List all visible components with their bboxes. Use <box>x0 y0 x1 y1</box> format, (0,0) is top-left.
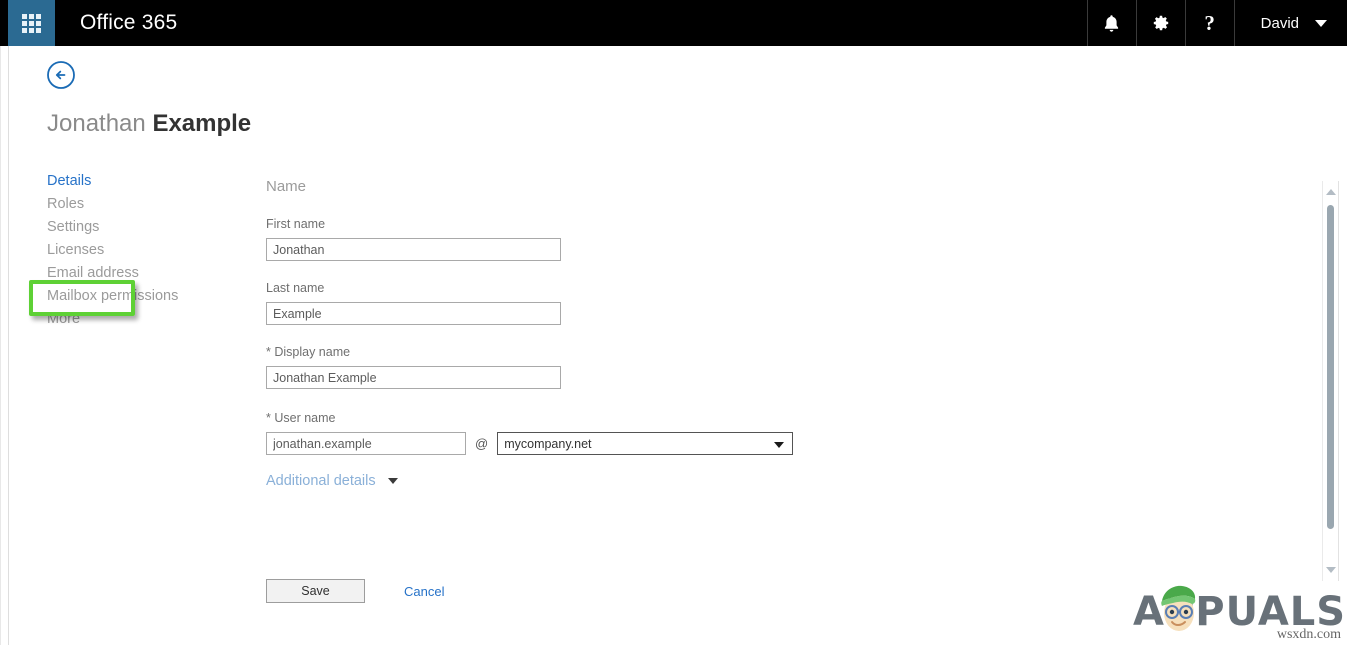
watermark-brand-text: APPUALS <box>1133 589 1346 635</box>
notifications-button[interactable] <box>1087 0 1136 46</box>
form-actions: Save Cancel <box>266 579 444 603</box>
page-title: Jonathan Example <box>47 110 251 138</box>
gear-icon <box>1152 14 1170 32</box>
question-mark-icon: ? <box>1204 13 1215 34</box>
cancel-button[interactable]: Cancel <box>404 584 444 599</box>
page-title-first-name: Jonathan <box>47 110 146 137</box>
nav-item-mailbox-permissions[interactable]: Mailbox permissions <box>47 285 277 308</box>
last-name-label: Last name <box>266 281 826 295</box>
last-name-input[interactable] <box>266 302 561 325</box>
scrollbar-thumb[interactable] <box>1327 205 1334 529</box>
bell-icon <box>1103 14 1120 33</box>
display-name-input[interactable] <box>266 366 561 389</box>
first-name-field-group: First name <box>266 217 826 261</box>
display-name-label: * Display name <box>266 345 826 359</box>
suite-title: Office 365 <box>55 0 177 46</box>
at-symbol: @ <box>475 436 488 451</box>
nav-item-email-address[interactable]: Email address <box>47 262 277 285</box>
page-title-last-name: Example <box>152 110 251 137</box>
user-details-form: Name First name Last name * Display name… <box>266 178 826 489</box>
waffle-grid-icon <box>22 14 41 33</box>
user-name-row: @ mycompany.net <box>266 432 826 455</box>
nav-item-settings[interactable]: Settings <box>47 216 277 239</box>
watermark-source-text: wsxdn.com <box>1277 627 1341 643</box>
additional-details-label: Additional details <box>266 473 376 489</box>
nav-item-roles[interactable]: Roles <box>47 193 277 216</box>
user-name-field-group: * User name @ mycompany.net <box>266 411 826 455</box>
nav-item-details[interactable]: Details <box>47 170 277 193</box>
chevron-down-icon <box>388 478 398 484</box>
scroll-up-arrow-icon[interactable] <box>1326 189 1336 195</box>
first-name-input[interactable] <box>266 238 561 261</box>
page-left-edge-line <box>0 46 1 645</box>
additional-details-toggle[interactable]: Additional details <box>266 473 826 489</box>
nav-item-licenses[interactable]: Licenses <box>47 239 277 262</box>
last-name-field-group: Last name <box>266 281 826 325</box>
nav-item-more[interactable]: More <box>47 308 277 331</box>
scrollbar-track-edge <box>1338 181 1339 581</box>
domain-selected-value: mycompany.net <box>498 437 591 451</box>
form-section-heading: Name <box>266 178 826 195</box>
vertical-scrollbar[interactable] <box>1322 181 1339 581</box>
user-menu-button[interactable]: David <box>1234 0 1347 46</box>
back-button[interactable] <box>46 60 82 96</box>
app-launcher-button[interactable] <box>8 0 55 46</box>
detail-nav-list: Details Roles Settings Licenses Email ad… <box>47 170 277 331</box>
save-button[interactable]: Save <box>266 579 365 603</box>
dropdown-caret-icon <box>774 442 784 448</box>
office365-user-details-page: Office 365 ? David <box>0 0 1347 645</box>
display-name-field-group: * Display name <box>266 345 826 389</box>
back-arrow-circle-icon <box>46 77 76 94</box>
watermark-mascot-icon <box>1153 581 1205 635</box>
suite-bar-spacer <box>177 0 1086 46</box>
appuals-watermark: APPUALS wsxdn.com <box>1133 585 1343 643</box>
domain-dropdown[interactable]: mycompany.net <box>497 432 793 455</box>
suite-bar: Office 365 ? David <box>0 0 1347 46</box>
help-button[interactable]: ? <box>1185 0 1234 46</box>
first-name-label: First name <box>266 217 826 231</box>
user-name-label: David <box>1261 15 1299 32</box>
settings-button[interactable] <box>1136 0 1185 46</box>
user-name-input[interactable] <box>266 432 466 455</box>
scroll-down-arrow-icon[interactable] <box>1326 567 1336 573</box>
chevron-down-icon <box>1315 20 1327 27</box>
page-body: Jonathan Example Details Roles Settings … <box>9 46 1347 645</box>
user-name-label: * User name <box>266 411 826 425</box>
